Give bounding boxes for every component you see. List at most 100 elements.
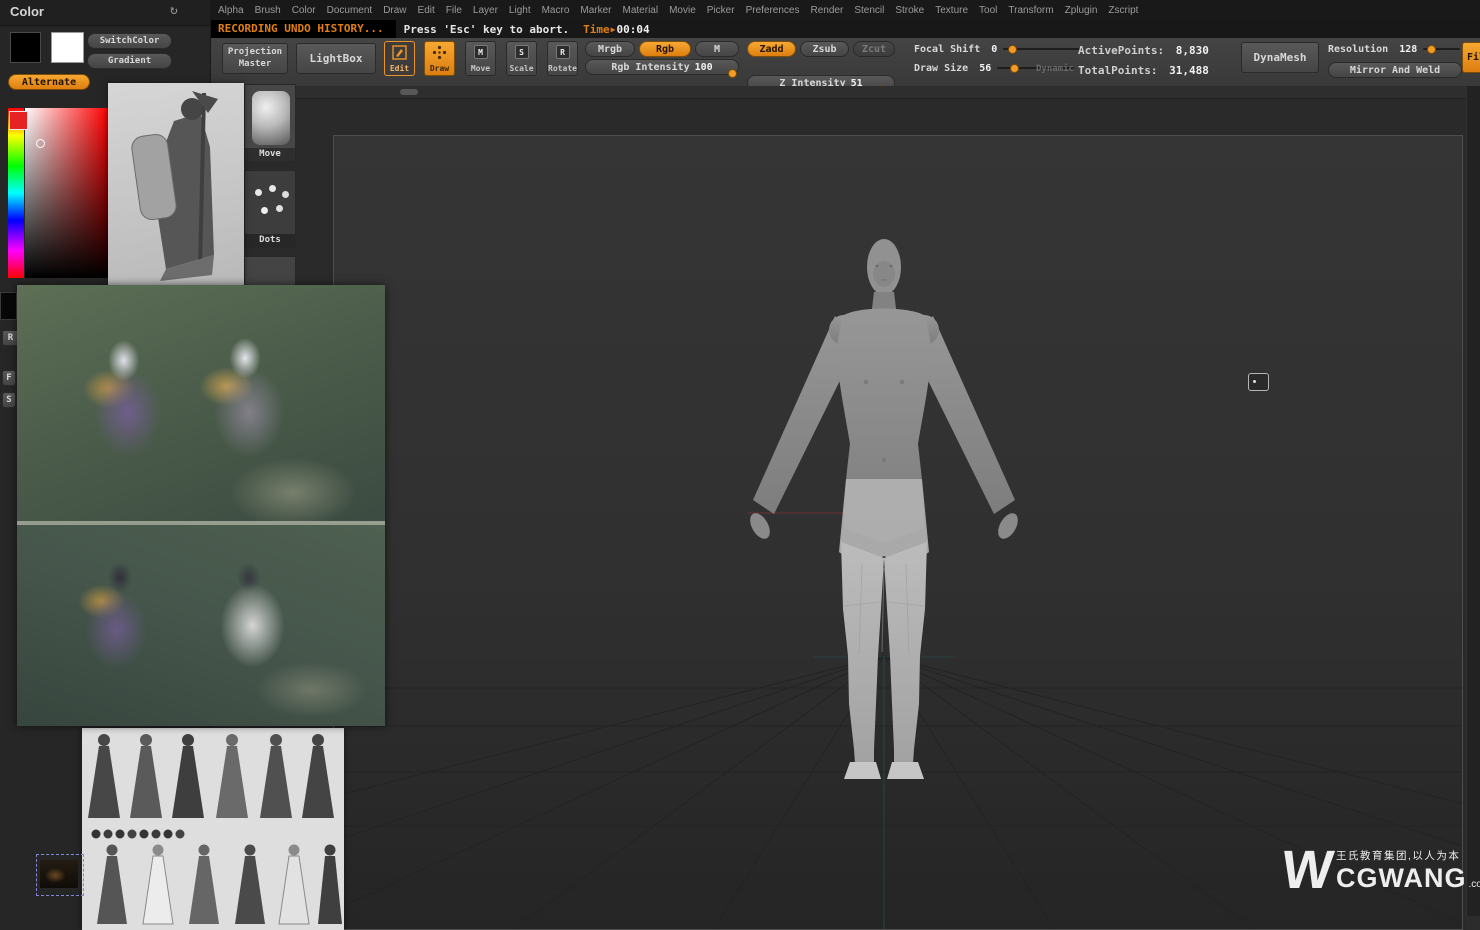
primary-color-swatch[interactable]: [51, 32, 84, 63]
menu-item-transform[interactable]: Transform: [1008, 5, 1053, 16]
color-field[interactable]: [25, 108, 108, 278]
rotate-letter-icon: R: [555, 45, 570, 59]
mirror-and-weld-button[interactable]: Mirror And Weld: [1328, 62, 1462, 78]
reference-image-screenshots[interactable]: [17, 285, 385, 726]
dynamesh-button[interactable]: DynaMesh: [1241, 42, 1319, 73]
menu-item-file[interactable]: File: [446, 5, 462, 16]
menu-item-render[interactable]: Render: [811, 5, 844, 16]
draw-button[interactable]: Draw: [424, 41, 455, 76]
focal-shift-slider[interactable]: Focal Shift 0: [914, 42, 1082, 56]
tool-thumb-label: Move: [245, 148, 295, 161]
menu-item-stroke[interactable]: Stroke: [895, 5, 924, 16]
tool-thumb-move[interactable]: Move: [244, 84, 296, 162]
draw-size-handle[interactable]: [1010, 64, 1020, 73]
watermark-tld: .com: [1468, 879, 1480, 890]
sphere-thumbnail-icon: [252, 91, 290, 145]
menu-item-zplugin[interactable]: Zplugin: [1065, 5, 1098, 16]
mrgb-button[interactable]: Mrgb: [585, 41, 635, 57]
cgwang-logo-icon: W: [1278, 840, 1337, 900]
brush-cursor-icon: [1248, 373, 1269, 391]
color-panel-title: Color: [10, 4, 44, 19]
menu-item-brush[interactable]: Brush: [255, 5, 281, 16]
concept-sheet[interactable]: [82, 728, 344, 930]
current-color-swatch[interactable]: [9, 111, 28, 130]
hue-strip[interactable]: [8, 108, 24, 278]
menu-item-layer[interactable]: Layer: [473, 5, 498, 16]
panel-fragment-f[interactable]: F: [2, 370, 16, 386]
switchcolor-button[interactable]: SwitchColor: [87, 33, 172, 49]
total-points: TotalPoints: 31,488: [1078, 64, 1209, 77]
watermark-brand: CGWANG: [1335, 863, 1467, 893]
recording-time-label: Time: [583, 22, 610, 36]
color-panel-header[interactable]: Color ↻: [0, 0, 210, 26]
horizontal-scrollbar[interactable]: [210, 86, 1466, 99]
tool-thumb-label: Dots: [245, 234, 295, 247]
rgb-button[interactable]: Rgb: [639, 41, 691, 57]
menu-item-picker[interactable]: Picker: [707, 5, 735, 16]
watermark-chinese-text: 王氏教育集团,以人为本: [1335, 850, 1461, 862]
menu-item-color[interactable]: Color: [292, 5, 316, 16]
menu-bar: Alpha Brush Color Document Draw Edit Fil…: [210, 0, 1480, 20]
move-button[interactable]: M Move: [465, 41, 496, 76]
reference-image-concept[interactable]: [108, 83, 244, 285]
menu-item-preferences[interactable]: Preferences: [746, 5, 800, 16]
recording-message: RECORDING UNDO HISTORY...: [210, 20, 396, 38]
color-picker-cursor[interactable]: [36, 139, 45, 148]
alternate-button[interactable]: Alternate: [8, 74, 90, 90]
selection-marquee[interactable]: [36, 854, 84, 896]
gradient-button[interactable]: Gradient: [87, 53, 172, 69]
menu-item-alpha[interactable]: Alpha: [218, 5, 244, 16]
menu-item-light[interactable]: Light: [509, 5, 531, 16]
active-points: ActivePoints: 8,830: [1078, 44, 1209, 57]
projection-master-button[interactable]: Projection Master: [222, 43, 288, 74]
scroll-corner: [1466, 916, 1480, 930]
rgb-intensity-handle[interactable]: [728, 69, 737, 78]
resolution-handle[interactable]: [1427, 45, 1437, 54]
watermark: W 王氏教育集团,以人为本 CGWANG .com: [1278, 840, 1480, 900]
rotate-button[interactable]: R Rotate: [547, 41, 578, 76]
refresh-icon[interactable]: ↻: [170, 3, 178, 18]
menu-item-material[interactable]: Material: [623, 5, 659, 16]
vertical-scrollbar[interactable]: [1466, 86, 1480, 930]
m-button[interactable]: M: [695, 41, 739, 57]
recording-esc-hint: Press 'Esc' key to abort.: [403, 22, 570, 36]
focal-shift-handle[interactable]: [1008, 45, 1018, 54]
recording-banner: RECORDING UNDO HISTORY... Press 'Esc' ke…: [210, 20, 1480, 38]
dynamic-label[interactable]: Dynamic: [1036, 64, 1074, 74]
top-toolbar: Projection Master LightBox Edit Draw M M…: [210, 38, 1480, 94]
move-letter-icon: M: [473, 45, 488, 59]
menu-item-marker[interactable]: Marker: [580, 5, 611, 16]
menu-item-texture[interactable]: Texture: [935, 5, 968, 16]
menu-item-document[interactable]: Document: [327, 5, 373, 16]
partial-swatch: [0, 292, 17, 320]
tool-thumb-dots[interactable]: Dots: [244, 170, 296, 248]
zsub-button[interactable]: Zsub: [800, 41, 849, 57]
time-arrow-icon: ▶: [610, 24, 616, 34]
scale-letter-icon: S: [514, 45, 529, 59]
dots-thumbnail-icon: [255, 189, 262, 196]
screenshot-top: [17, 285, 385, 521]
rgb-intensity-slider[interactable]: Rgb Intensity 100: [585, 59, 739, 78]
menu-item-edit[interactable]: Edit: [418, 5, 435, 16]
menu-item-zscript[interactable]: Zscript: [1108, 5, 1138, 16]
zcut-button[interactable]: Zcut: [853, 41, 895, 57]
lightbox-button[interactable]: LightBox: [296, 43, 376, 74]
menu-item-draw[interactable]: Draw: [383, 5, 406, 16]
scale-button[interactable]: S Scale: [506, 41, 537, 76]
document-canvas[interactable]: W 王氏教育集团,以人为本 CGWANG .com: [333, 135, 1480, 930]
recording-time-value: 00:04: [616, 22, 650, 36]
secondary-color-swatch[interactable]: [10, 32, 41, 63]
edit-button[interactable]: Edit: [384, 41, 415, 76]
fill-button[interactable]: Fill: [1462, 42, 1480, 73]
menu-item-macro[interactable]: Macro: [542, 5, 570, 16]
menu-item-stencil[interactable]: Stencil: [854, 5, 884, 16]
edit-pencil-icon: [392, 45, 407, 60]
menu-item-tool[interactable]: Tool: [979, 5, 997, 16]
draw-crosshair-icon: [432, 45, 447, 60]
menu-item-movie[interactable]: Movie: [669, 5, 696, 16]
h-scroll-handle[interactable]: [400, 89, 418, 95]
panel-fragment-s[interactable]: S: [2, 392, 16, 408]
zadd-button[interactable]: Zadd: [747, 41, 796, 57]
tool-thumb-partial[interactable]: [244, 256, 296, 286]
resolution-slider[interactable]: Resolution 128: [1328, 42, 1460, 56]
